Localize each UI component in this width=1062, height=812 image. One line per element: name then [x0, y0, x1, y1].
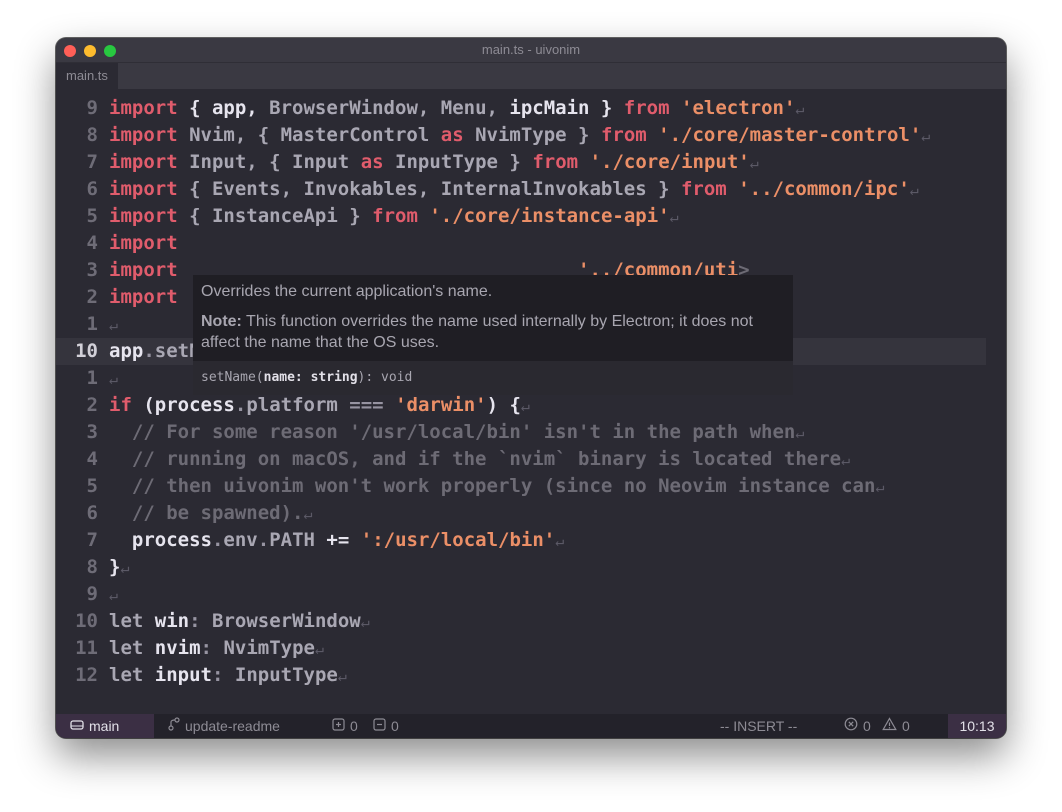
code-line[interactable]: 3 // For some reason '/usr/local/bin' is…	[56, 419, 986, 446]
git-branch-icon	[168, 714, 180, 738]
branch-label: main	[89, 718, 120, 734]
line-number: 8	[86, 124, 98, 146]
line-number: 11	[75, 637, 98, 659]
title-bar: main.ts - uivonim	[56, 38, 1006, 62]
code-line[interactable]: 10 let win: BrowserWindow↵	[56, 608, 986, 635]
code-line[interactable]: 6 import { Events, Invokables, InternalIn…	[56, 176, 986, 203]
code-text: let win: BrowserWindow↵	[109, 610, 370, 632]
code-text: let nvim: NvimType↵	[109, 637, 324, 659]
code-text: import Input, { Input as InputType } fro…	[109, 151, 759, 173]
drive-icon	[70, 714, 84, 738]
line-number: 4	[86, 448, 98, 470]
hover-documentation-popup: Overrides the current application's name…	[193, 275, 793, 395]
line-number: 9	[86, 97, 98, 119]
code-line[interactable]: 9 ↵	[56, 581, 986, 608]
line-number: 5	[86, 475, 98, 497]
line-number: 6	[86, 178, 98, 200]
code-text: // be spawned).↵	[131, 502, 313, 524]
removed-count: 0	[391, 718, 399, 734]
current-branch[interactable]: main	[56, 714, 154, 738]
code-line[interactable]: 8 }↵	[56, 554, 986, 581]
line-number: 2	[86, 394, 98, 416]
plus-square-icon	[332, 714, 345, 738]
zoom-window-button[interactable]	[104, 45, 116, 57]
code-line[interactable]: 7 process.env.PATH += ':/usr/local/bin'↵	[56, 527, 986, 554]
code-text: ↵	[109, 370, 119, 388]
signature-function-name: setName	[201, 370, 256, 385]
line-number: 1	[86, 313, 98, 335]
code-text: ↵	[109, 316, 119, 334]
code-line[interactable]: 4 import	[56, 230, 986, 257]
code-text: process.env.PATH += ':/usr/local/bin'↵	[131, 529, 565, 551]
window-title: main.ts - uivonim	[481, 42, 581, 57]
code-text: if (process.platform === 'darwin') {↵	[109, 394, 530, 416]
line-number: 5	[86, 205, 98, 227]
line-number: 4	[86, 232, 98, 254]
code-line[interactable]: 5 import { InstanceApi } from './core/ins…	[56, 203, 986, 230]
line-number: 12	[75, 664, 98, 686]
warning-icon	[882, 714, 897, 738]
signature-param: name: string	[263, 370, 358, 385]
code-editor[interactable]: 9 import { app, BrowserWindow, Menu, ipcM…	[56, 95, 1006, 715]
line-number: 7	[86, 151, 98, 173]
git-added: 0	[332, 714, 358, 738]
code-text: }↵	[109, 556, 130, 578]
code-text: import	[109, 232, 178, 254]
tab-bar: main.ts	[56, 62, 1006, 89]
line-number: 6	[86, 502, 98, 524]
line-number: 9	[86, 583, 98, 605]
code-text: import Nvim, { MasterControl as NvimType…	[109, 124, 931, 146]
traffic-lights	[64, 45, 116, 57]
close-window-button[interactable]	[64, 45, 76, 57]
line-number: 10	[75, 610, 98, 632]
code-text: import { app, BrowserWindow, Menu, ipcMa…	[109, 97, 805, 119]
line-number: 2	[86, 286, 98, 308]
minimize-window-button[interactable]	[84, 45, 96, 57]
line-number: 1	[86, 367, 98, 389]
line-number: 3	[86, 259, 98, 281]
warning-count: 0	[902, 718, 910, 734]
diagnostic-warnings[interactable]: 0	[882, 714, 910, 738]
code-line[interactable]: 8 import Nvim, { MasterControl as NvimTyp…	[56, 122, 986, 149]
tab-main-ts[interactable]: main.ts	[56, 63, 118, 89]
line-number: 8	[86, 556, 98, 578]
line-number: 7	[86, 529, 98, 551]
error-circle-icon	[844, 714, 858, 738]
diagnostic-errors[interactable]: 0	[844, 714, 871, 738]
code-line[interactable]: 9 import { app, BrowserWindow, Menu, ipcM…	[56, 95, 986, 122]
git-removed: 0	[373, 714, 399, 738]
cursor-position: 10:13	[948, 714, 1006, 738]
code-text: // For some reason '/usr/local/bin' isn'…	[131, 421, 805, 443]
line-number: 3	[86, 421, 98, 443]
other-branch-label: update-readme	[185, 718, 280, 734]
other-branch[interactable]: update-readme	[168, 714, 280, 738]
code-text: import	[109, 286, 178, 308]
code-text: // then uivonim won't work properly (sin…	[131, 475, 885, 497]
code-text: let input: InputType↵	[109, 664, 347, 686]
signature-return: ): void	[357, 370, 413, 385]
code-line[interactable]: 5 // then uivonim won't work properly (s…	[56, 473, 986, 500]
code-line[interactable]: 12 let input: InputType↵	[56, 662, 986, 689]
error-count: 0	[863, 718, 871, 734]
code-text: import { InstanceApi } from './core/inst…	[109, 205, 679, 227]
code-text: import { Events, Invokables, InternalInv…	[109, 178, 919, 200]
code-line[interactable]: 6 // be spawned).↵	[56, 500, 986, 527]
editor-window: main.ts - uivonim main.ts 9 import { app,…	[56, 38, 1006, 738]
code-text: // running on macOS, and if the `nvim` b…	[131, 448, 851, 470]
mode-indicator: -- INSERT --	[720, 718, 798, 734]
code-line[interactable]: 4 // running on macOS, and if the `nvim`…	[56, 446, 986, 473]
code-text: ↵	[109, 586, 119, 604]
tooltip-description: Overrides the current application's name…	[201, 283, 493, 300]
minus-square-icon	[373, 714, 386, 738]
code-line[interactable]: 11 let nvim: NvimType↵	[56, 635, 986, 662]
status-bar: main update-readme 0 0 -- INSERT -- 0 0 …	[56, 714, 1006, 738]
line-number-current: 10	[75, 340, 98, 362]
tooltip-note: Note: This function overrides the name u…	[201, 311, 781, 353]
code-line[interactable]: 7 import Input, { Input as InputType } fr…	[56, 149, 986, 176]
added-count: 0	[350, 718, 358, 734]
code-line[interactable]: 2 if (process.platform === 'darwin') {↵	[56, 392, 986, 419]
tooltip-signature: setName(name: string): void	[193, 361, 793, 395]
tooltip-note-label: Note:	[201, 313, 242, 330]
tooltip-note-text: This function overrides the name used in…	[201, 313, 753, 351]
